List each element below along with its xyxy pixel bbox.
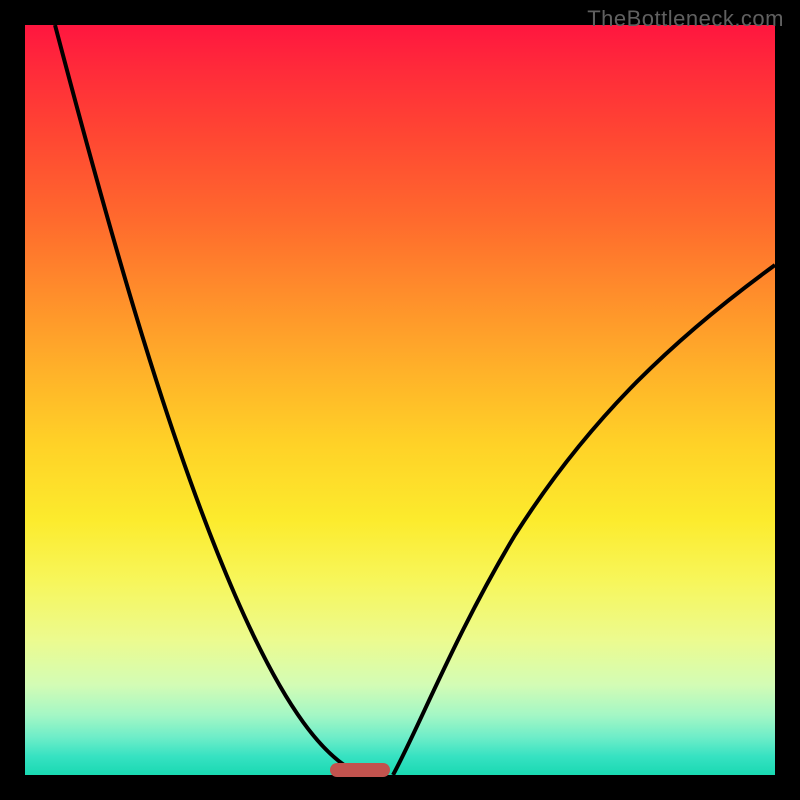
chart-frame: TheBottleneck.com [0, 0, 800, 800]
plot-area [25, 25, 775, 775]
left-curve [55, 25, 362, 775]
watermark-text: TheBottleneck.com [587, 6, 784, 32]
bottleneck-marker [330, 763, 390, 777]
right-curve [393, 265, 775, 775]
curves-svg [25, 25, 775, 775]
